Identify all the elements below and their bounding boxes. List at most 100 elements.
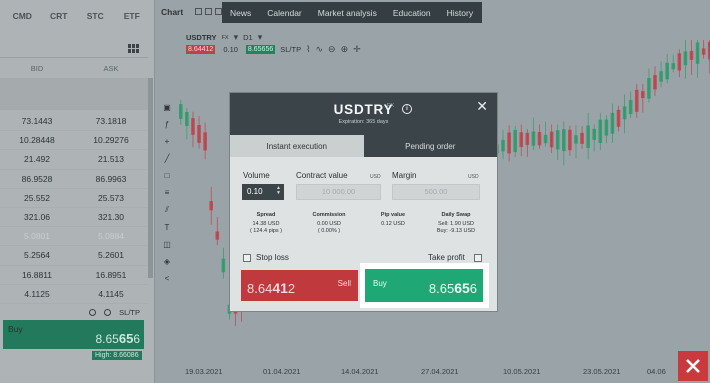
volume-label: Volume xyxy=(243,171,270,180)
high-price-badge: High: 8.66086 xyxy=(92,351,142,360)
commission-stat: Commission 0.00 USD ( 0.00% ) xyxy=(299,212,359,236)
ask-value: 5.0884 xyxy=(98,231,124,242)
quote-row[interactable]: 86.9528 86.9963 xyxy=(0,170,148,189)
candle xyxy=(209,201,213,211)
quote-row[interactable]: 21.492 21.513 xyxy=(0,150,148,170)
stop-loss-checkbox[interactable] xyxy=(243,254,251,262)
menu-market-analysis[interactable]: Market analysis xyxy=(310,2,385,23)
minimize-icon[interactable] xyxy=(195,8,202,15)
market-watch-panel: CMD CRT STC ETF BID ASK 73.1443 73.1818 1… xyxy=(0,0,155,383)
contract-currency: USD xyxy=(370,174,381,180)
ask-column-header: ASK xyxy=(103,63,119,73)
channel-tool-icon[interactable]: ⫽ xyxy=(165,205,169,215)
line-tool-icon[interactable]: ╱ xyxy=(165,154,170,163)
candle xyxy=(203,132,207,151)
swap-sell: Sell: 1.90 USD xyxy=(437,220,475,227)
info-icon[interactable] xyxy=(89,308,97,316)
candle xyxy=(598,119,603,144)
tab-etf[interactable]: ETF xyxy=(114,11,151,21)
maximize-icon[interactable] xyxy=(205,8,212,15)
quote-row[interactable]: 73.1443 73.1818 xyxy=(0,112,148,132)
window-controls xyxy=(195,8,222,15)
buy-button[interactable]: Buy 8.65656 xyxy=(365,269,483,302)
pip-value-label: Pip value xyxy=(380,212,406,218)
candle xyxy=(604,119,609,136)
rectangle-tool-icon[interactable]: □ xyxy=(165,171,170,180)
menu-calendar[interactable]: Calendar xyxy=(259,2,310,23)
chart-label[interactable]: Chart xyxy=(161,7,183,17)
candle xyxy=(555,130,560,150)
volume-stepper[interactable]: 0.10 ▲ ▼ xyxy=(242,184,284,200)
candle xyxy=(568,129,572,151)
function-icon[interactable]: ƒ xyxy=(165,120,169,129)
bid-value: 16.8811 xyxy=(21,269,53,280)
quote-row[interactable]: 4.1125 4.1145 xyxy=(0,285,148,304)
quote-row[interactable]: 25.552 25.573 xyxy=(0,189,148,208)
candle xyxy=(215,231,220,240)
stepper-arrows-icon[interactable]: ▲ ▼ xyxy=(276,186,281,196)
grid-view-icon[interactable] xyxy=(128,44,140,53)
info-icon[interactable]: i xyxy=(402,104,412,114)
layers-icon[interactable]: ◈ xyxy=(164,257,170,266)
candle xyxy=(695,42,700,64)
daily-swap-label: Daily Swap xyxy=(441,212,471,218)
eraser-icon[interactable]: ◫ xyxy=(163,240,171,249)
tab-cmd[interactable]: CMD xyxy=(4,11,41,21)
candle xyxy=(634,89,639,112)
quote-row[interactable]: 10.28448 10.29276 xyxy=(0,131,148,151)
quote-row[interactable]: 321.06 321.30 xyxy=(0,208,148,228)
market-tabs: CMD CRT STC ETF xyxy=(0,0,154,24)
commission-value: 0.00 USD xyxy=(317,220,341,227)
tab-pending-order[interactable]: Pending order xyxy=(363,135,497,157)
quote-row[interactable]: 5.0801 5.0884 xyxy=(0,227,148,247)
x-tick-label: 27.04.2021 xyxy=(421,367,459,376)
ask-value: 321.30 xyxy=(98,212,124,223)
take-profit-checkbox[interactable] xyxy=(474,254,482,262)
menu-history[interactable]: History xyxy=(439,2,481,23)
tab-stc[interactable]: STC xyxy=(77,11,114,21)
commission-percent: ( 0.00% ) xyxy=(317,228,341,234)
market-buy-price: 8.65656 xyxy=(95,331,140,346)
tab-instant-execution[interactable]: Instant execution xyxy=(230,135,364,157)
fibonacci-tool-icon[interactable]: ≡ xyxy=(165,188,170,197)
bid-column-header: BID xyxy=(30,63,44,73)
order-dialog-header: USDTRY FX i Expiration: 365 days ✕ xyxy=(230,93,497,135)
market-scrollbar[interactable] xyxy=(148,78,153,278)
close-window-icon[interactable] xyxy=(215,8,222,15)
candle xyxy=(574,135,578,144)
sell-price: 8.64412 xyxy=(247,280,296,296)
order-dialog: USDTRY FX i Expiration: 365 days ✕ Insta… xyxy=(229,92,498,312)
contract-value-field: 10 000.00 xyxy=(296,184,381,200)
x-tick-label: 14.04.2021 xyxy=(341,367,379,376)
market-buy-button[interactable]: Buy 8.65656 xyxy=(3,320,144,349)
ask-value: 4.1145 xyxy=(98,288,124,299)
close-icon[interactable]: ✕ xyxy=(476,98,488,115)
margin-field: 500.00 xyxy=(392,184,480,200)
brand-logo xyxy=(678,351,708,381)
spread-value: 14.38 USD xyxy=(252,220,280,227)
sell-button[interactable]: 8.64412 Sell xyxy=(241,270,358,301)
candle xyxy=(628,99,633,115)
share-icon[interactable]: < xyxy=(165,274,170,283)
screenshot-icon[interactable]: ▣ xyxy=(163,103,171,112)
tab-crt[interactable]: CRT xyxy=(41,11,78,21)
sltp-toggle-icon[interactable] xyxy=(104,308,112,316)
volume-value: 0.10 xyxy=(247,187,263,196)
bid-value: 21.492 xyxy=(24,154,50,165)
ask-value: 86.9963 xyxy=(95,173,127,184)
ask-value: 10.29276 xyxy=(93,135,129,146)
candle xyxy=(610,112,615,134)
menu-education[interactable]: Education xyxy=(385,2,439,23)
sltp-label[interactable]: SL/TP xyxy=(119,308,140,317)
plus-icon[interactable]: + xyxy=(165,137,170,146)
bid-value: 73.1443 xyxy=(21,116,53,127)
text-tool-icon[interactable]: T xyxy=(165,223,170,232)
candle xyxy=(519,132,524,148)
selected-row[interactable] xyxy=(0,78,148,110)
candle xyxy=(197,124,201,143)
candle xyxy=(616,109,621,127)
menu-news[interactable]: News xyxy=(222,2,259,23)
quote-row[interactable]: 5.2564 5.2601 xyxy=(0,246,148,266)
candle xyxy=(179,104,183,119)
quote-row[interactable]: 16.8811 16.8951 xyxy=(0,266,148,285)
